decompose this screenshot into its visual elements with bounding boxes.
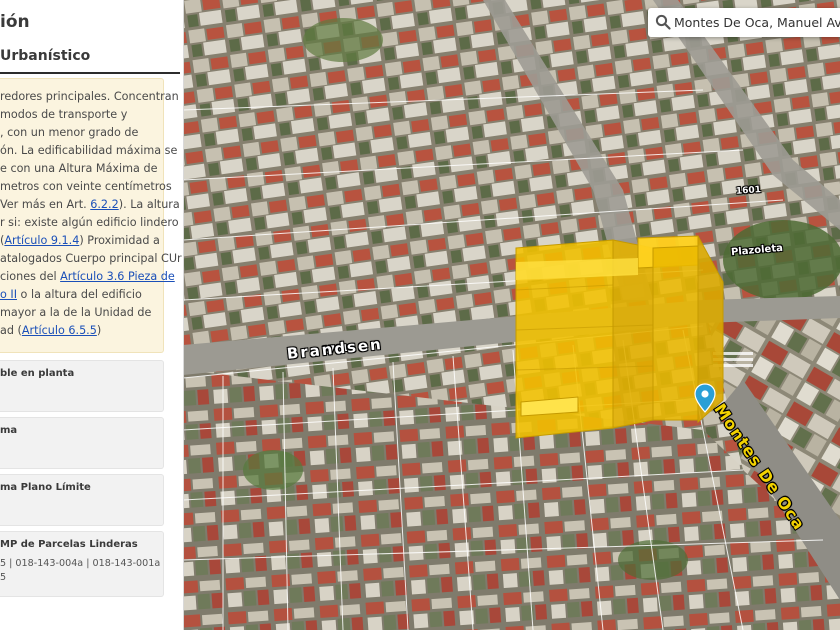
article-link[interactable]: o II [0, 288, 17, 301]
description-line: ad (Artículo 6.5.5) [0, 322, 182, 340]
description-text: e con una Altura Máxima de [0, 162, 158, 175]
description-text: r si: existe algún edificio lindero [0, 216, 179, 229]
description-line: (Artículo 9.1.4) Proximidad a [0, 232, 182, 250]
description-text: mayor a la de la Unidad de [0, 306, 152, 319]
description-line: Ver más en Art. 6.2.2). La altura [0, 196, 182, 214]
description-text: ). La altura [118, 198, 180, 211]
description-line: redores principales. Concentran [0, 88, 182, 106]
description-text: modos de transporte y [0, 108, 128, 121]
description-line: mayor a la de la Unidad de [0, 304, 182, 322]
description-line: , con un menor grado de [0, 124, 182, 142]
description-text: ) Proximidad a [79, 234, 160, 247]
description-line: modos de transporte y [0, 106, 182, 124]
card-label: ma Plano Límite [0, 482, 91, 493]
zoning-description-box: redores principales. Concentran modos de… [0, 78, 182, 353]
description-text: , con un menor grado de [0, 126, 139, 139]
description-text: atalogados Cuerpo principal CUr [0, 252, 182, 265]
article-link[interactable]: Artículo 6.5.5 [22, 324, 97, 337]
description-line: r si: existe algún edificio lindero [0, 214, 182, 232]
description-line: metros con veinte centímetros [0, 178, 182, 196]
section-title: Urbanístico [0, 48, 91, 64]
info-card-adjacent-parcels: MP de Parcelas Linderas 5 | 018-143-004a… [0, 531, 164, 597]
info-panel: ión Urbanístico redores principales. Con… [0, 0, 184, 630]
satellite-3d-map[interactable] [183, 0, 840, 630]
description-line: atalogados Cuerpo principal CUr [0, 250, 182, 268]
description-line: ciones del Artículo 3.6 Pieza de [0, 268, 182, 286]
card-label: ma [0, 425, 18, 436]
adjacent-parcels-value: 5 | 018-143-004a | 018-143-001a [0, 558, 161, 569]
description-text: ciones del [0, 270, 61, 283]
description-text: redores principales. Concentran [0, 90, 179, 103]
description-text: ón. La edificabilidad máxima se [0, 144, 178, 157]
description-text: ) [96, 324, 102, 337]
article-link[interactable]: 6.2.2 [90, 198, 118, 211]
building-volume[interactable] [515, 235, 724, 439]
adjacent-parcels-value-2: 5 [0, 572, 7, 583]
search-icon[interactable] [655, 14, 671, 30]
map-pin-icon[interactable] [694, 383, 716, 413]
street-number-1601: 1601 [735, 185, 762, 197]
info-card-max-height: ma [0, 417, 164, 469]
card-label: MP de Parcelas Linderas [0, 539, 138, 550]
info-card-limit-plane: ma Plano Límite [0, 474, 164, 526]
info-card-plan-area: ble en planta [0, 360, 164, 412]
description-line: ón. La edificabilidad máxima se [0, 142, 182, 160]
map-canvas[interactable] [183, 0, 840, 630]
card-label: ble en planta [0, 368, 75, 379]
search-input[interactable] [674, 13, 840, 31]
zoning-description-text: redores principales. Concentran modos de… [0, 88, 182, 340]
description-text: ad ( [0, 324, 22, 337]
description-line: e con una Altura Máxima de [0, 160, 182, 178]
article-link[interactable]: Artículo 3.6 Pieza de [60, 270, 175, 283]
description-line: o II o la altura del edificio [0, 286, 182, 304]
description-text: metros con veinte centímetros [0, 180, 172, 193]
panel-title: ión [0, 12, 30, 32]
section-divider [0, 72, 180, 74]
description-text: o la altura del edificio [17, 288, 142, 301]
description-text: Ver más en Art. [0, 198, 91, 211]
address-search-box[interactable] [648, 8, 840, 37]
article-link[interactable]: Artículo 9.1.4 [4, 234, 79, 247]
